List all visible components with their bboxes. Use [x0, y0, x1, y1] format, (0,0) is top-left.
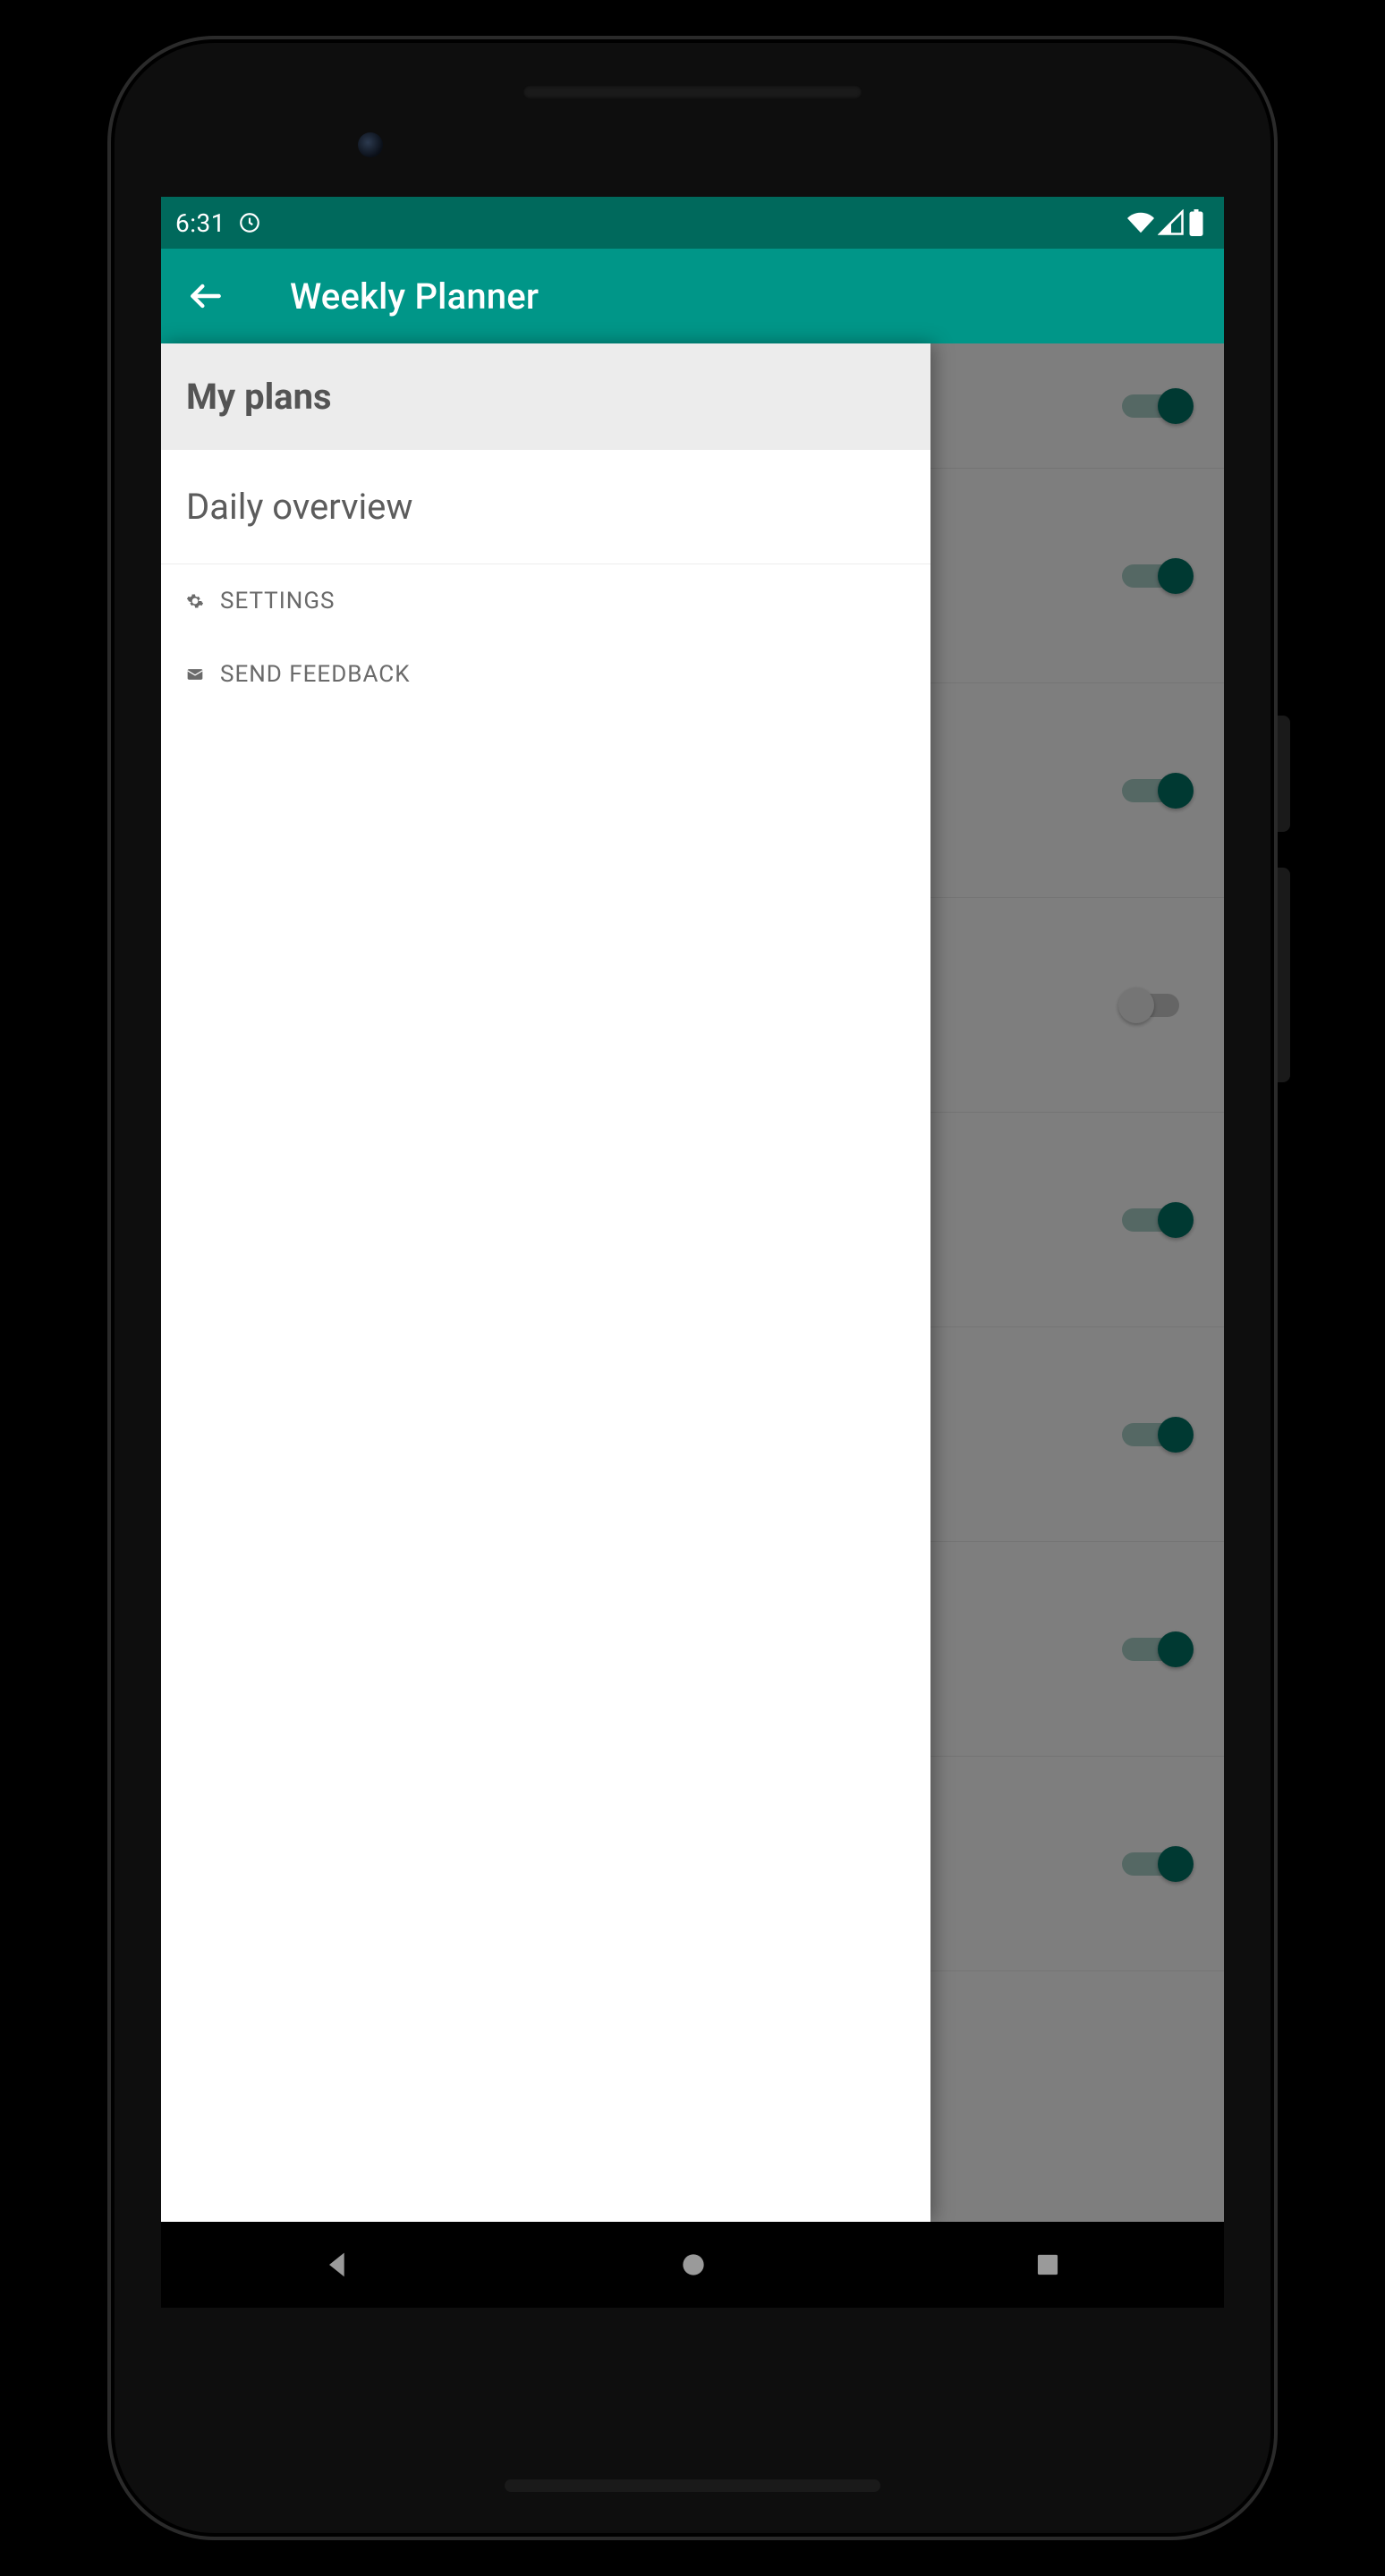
status-right	[1127, 209, 1204, 236]
status-bar: 6:31	[161, 197, 1224, 249]
nav-home-button[interactable]	[676, 2247, 711, 2283]
phone-camera	[358, 132, 383, 157]
drawer-item-label: SETTINGS	[220, 588, 335, 614]
phone-volume-button	[1278, 868, 1290, 1082]
phone-frame: 6:31	[107, 36, 1278, 2540]
drawer-header: My plans	[161, 343, 930, 450]
drawer-item-label: SEND FEEDBACK	[220, 661, 411, 688]
mail-icon	[186, 665, 204, 683]
battery-icon	[1188, 209, 1204, 236]
phone-speaker	[523, 85, 862, 99]
screen: 6:31	[161, 197, 1224, 2308]
gear-icon	[186, 592, 204, 610]
drawer-item-settings[interactable]: SETTINGS	[161, 564, 930, 638]
navigation-drawer: My plans Daily overview SETTINGS SEND FE…	[161, 343, 930, 2222]
phone-side-button	[1278, 716, 1290, 832]
wifi-icon	[1127, 209, 1154, 236]
drawer-item-daily-overview[interactable]: Daily overview	[161, 450, 930, 564]
nav-recent-button[interactable]	[1031, 2248, 1065, 2282]
app-title: Weekly Planner	[290, 275, 539, 318]
nav-back-button[interactable]	[320, 2247, 356, 2283]
drawer-item-label: Daily overview	[186, 486, 412, 528]
status-left: 6:31	[175, 208, 261, 238]
drawer-item-send-feedback[interactable]: SEND FEEDBACK	[161, 638, 930, 711]
cellular-icon	[1158, 209, 1185, 236]
clock-icon	[238, 211, 261, 234]
drawer-header-title: My plans	[186, 376, 905, 418]
android-nav-bar	[161, 2222, 1224, 2308]
back-arrow-icon[interactable]	[186, 276, 225, 316]
phone-bottom-speaker	[505, 2479, 880, 2492]
app-bar: Weekly Planner	[161, 249, 1224, 343]
status-time: 6:31	[175, 208, 225, 238]
